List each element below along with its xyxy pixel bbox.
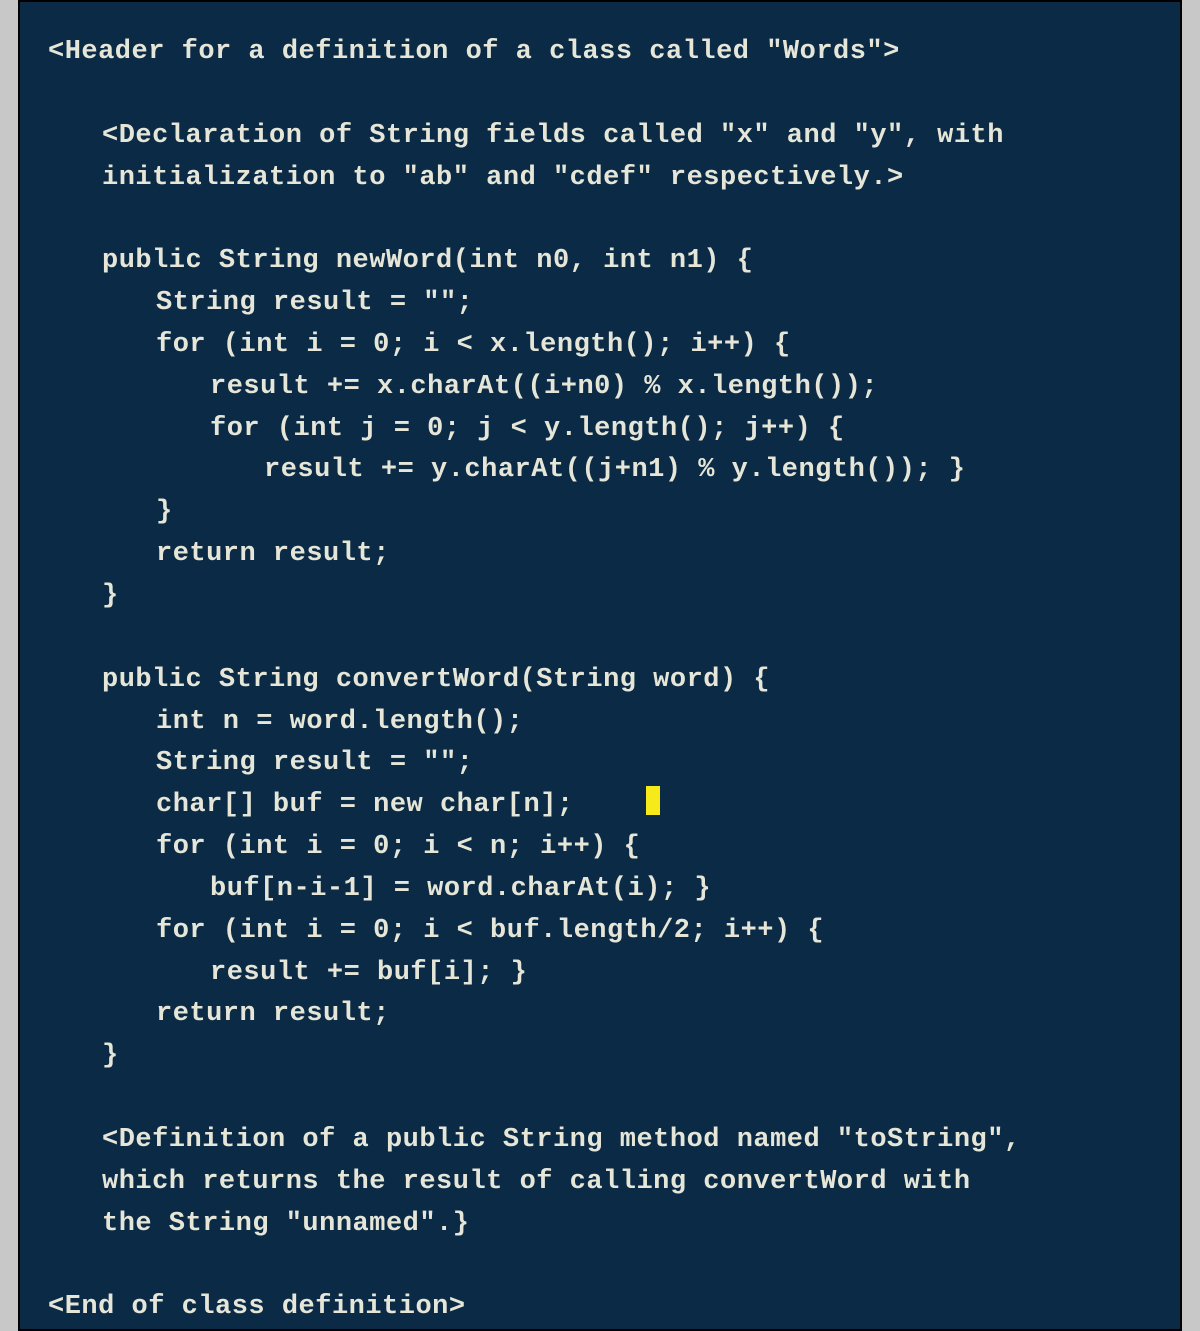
- code-line: int n = word.length();: [48, 702, 1152, 744]
- code-line: return result;: [48, 994, 1152, 1036]
- code-line: }: [48, 576, 1152, 618]
- code-line: initialization to "ab" and "cdef" respec…: [48, 158, 1152, 200]
- code-line: the String "unnamed".}: [48, 1204, 1152, 1246]
- code-line: public String convertWord(String word) {: [48, 660, 1152, 702]
- code-line: }: [48, 492, 1152, 534]
- code-line: for (int i = 0; i < x.length(); i++) {: [48, 325, 1152, 367]
- blank-line: [48, 74, 1152, 116]
- code-line: result += buf[i]; }: [48, 953, 1152, 995]
- code-line: <Header for a definition of a class call…: [48, 32, 1152, 74]
- blank-line: [48, 1078, 1152, 1120]
- code-text: char[] buf = new char[n];: [156, 790, 574, 820]
- code-line: for (int i = 0; i < n; i++) {: [48, 827, 1152, 869]
- code-line: for (int j = 0; j < y.length(); j++) {: [48, 409, 1152, 451]
- blank-line: [48, 1245, 1152, 1287]
- code-line: }: [48, 1036, 1152, 1078]
- code-line: <End of class definition>: [48, 1287, 1152, 1329]
- cursor-icon: [646, 786, 661, 816]
- code-line: which returns the result of calling conv…: [48, 1162, 1152, 1204]
- code-line: result += y.charAt((j+n1) % y.length());…: [48, 450, 1152, 492]
- blank-line: [48, 199, 1152, 241]
- code-line: String result = "";: [48, 283, 1152, 325]
- code-line: public String newWord(int n0, int n1) {: [48, 241, 1152, 283]
- code-line: String result = "";: [48, 743, 1152, 785]
- code-line: return result;: [48, 534, 1152, 576]
- code-line: <Definition of a public String method na…: [48, 1120, 1152, 1162]
- code-line: char[] buf = new char[n];: [48, 785, 1152, 827]
- code-line: buf[n-i-1] = word.charAt(i); }: [48, 869, 1152, 911]
- code-line: for (int i = 0; i < buf.length/2; i++) {: [48, 911, 1152, 953]
- code-line: result += x.charAt((i+n0) % x.length());: [48, 367, 1152, 409]
- blank-line: [48, 618, 1152, 660]
- code-line: <Declaration of String fields called "x"…: [48, 116, 1152, 158]
- terminal-code-block: <Header for a definition of a class call…: [18, 0, 1182, 1331]
